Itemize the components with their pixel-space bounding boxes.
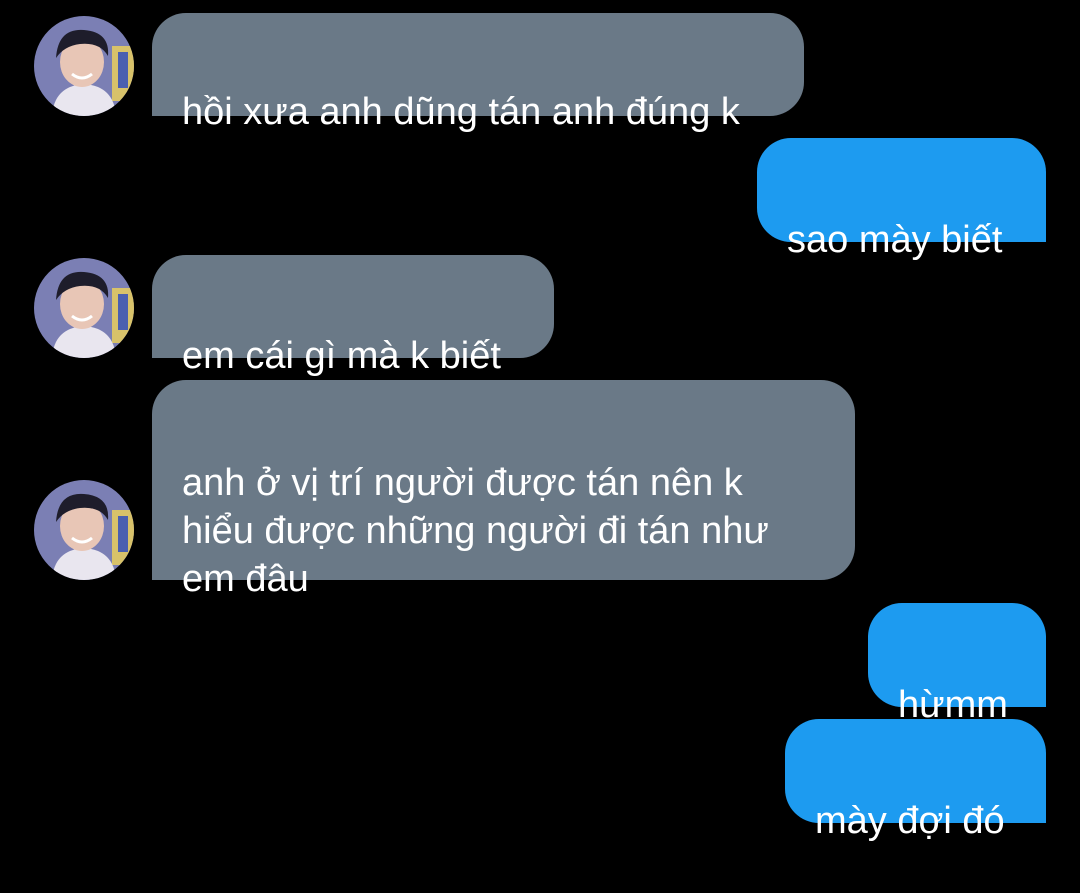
contact-avatar[interactable] — [34, 16, 134, 116]
message-bubble-incoming[interactable]: em cái gì mà k biết — [152, 255, 554, 377]
message-text: sao mày biết — [787, 219, 1003, 261]
contact-avatar-icon — [34, 16, 134, 116]
message-text: hồi xưa anh dũng tán anh đúng k — [182, 91, 740, 133]
contact-avatar-icon — [34, 258, 134, 358]
message-text: anh ở vị trí người được tán nên k hiểu đ… — [182, 462, 769, 600]
contact-avatar[interactable] — [34, 480, 134, 580]
message-bubble-incoming[interactable]: hồi xưa anh dũng tán anh đúng k — [152, 13, 804, 133]
message-bubble-incoming[interactable]: anh ở vị trí người được tán nên k hiểu đ… — [152, 380, 855, 600]
contact-avatar-icon — [34, 480, 134, 580]
message-text: em cái gì mà k biết — [182, 335, 501, 377]
message-bubble-outgoing[interactable]: mày đợi đó — [785, 719, 1046, 842]
message-text: mày đợi đó — [815, 800, 1005, 842]
message-bubble-outgoing[interactable]: hừmm — [868, 603, 1046, 726]
contact-avatar[interactable] — [34, 258, 134, 358]
message-bubble-outgoing[interactable]: sao mày biết — [757, 138, 1046, 261]
